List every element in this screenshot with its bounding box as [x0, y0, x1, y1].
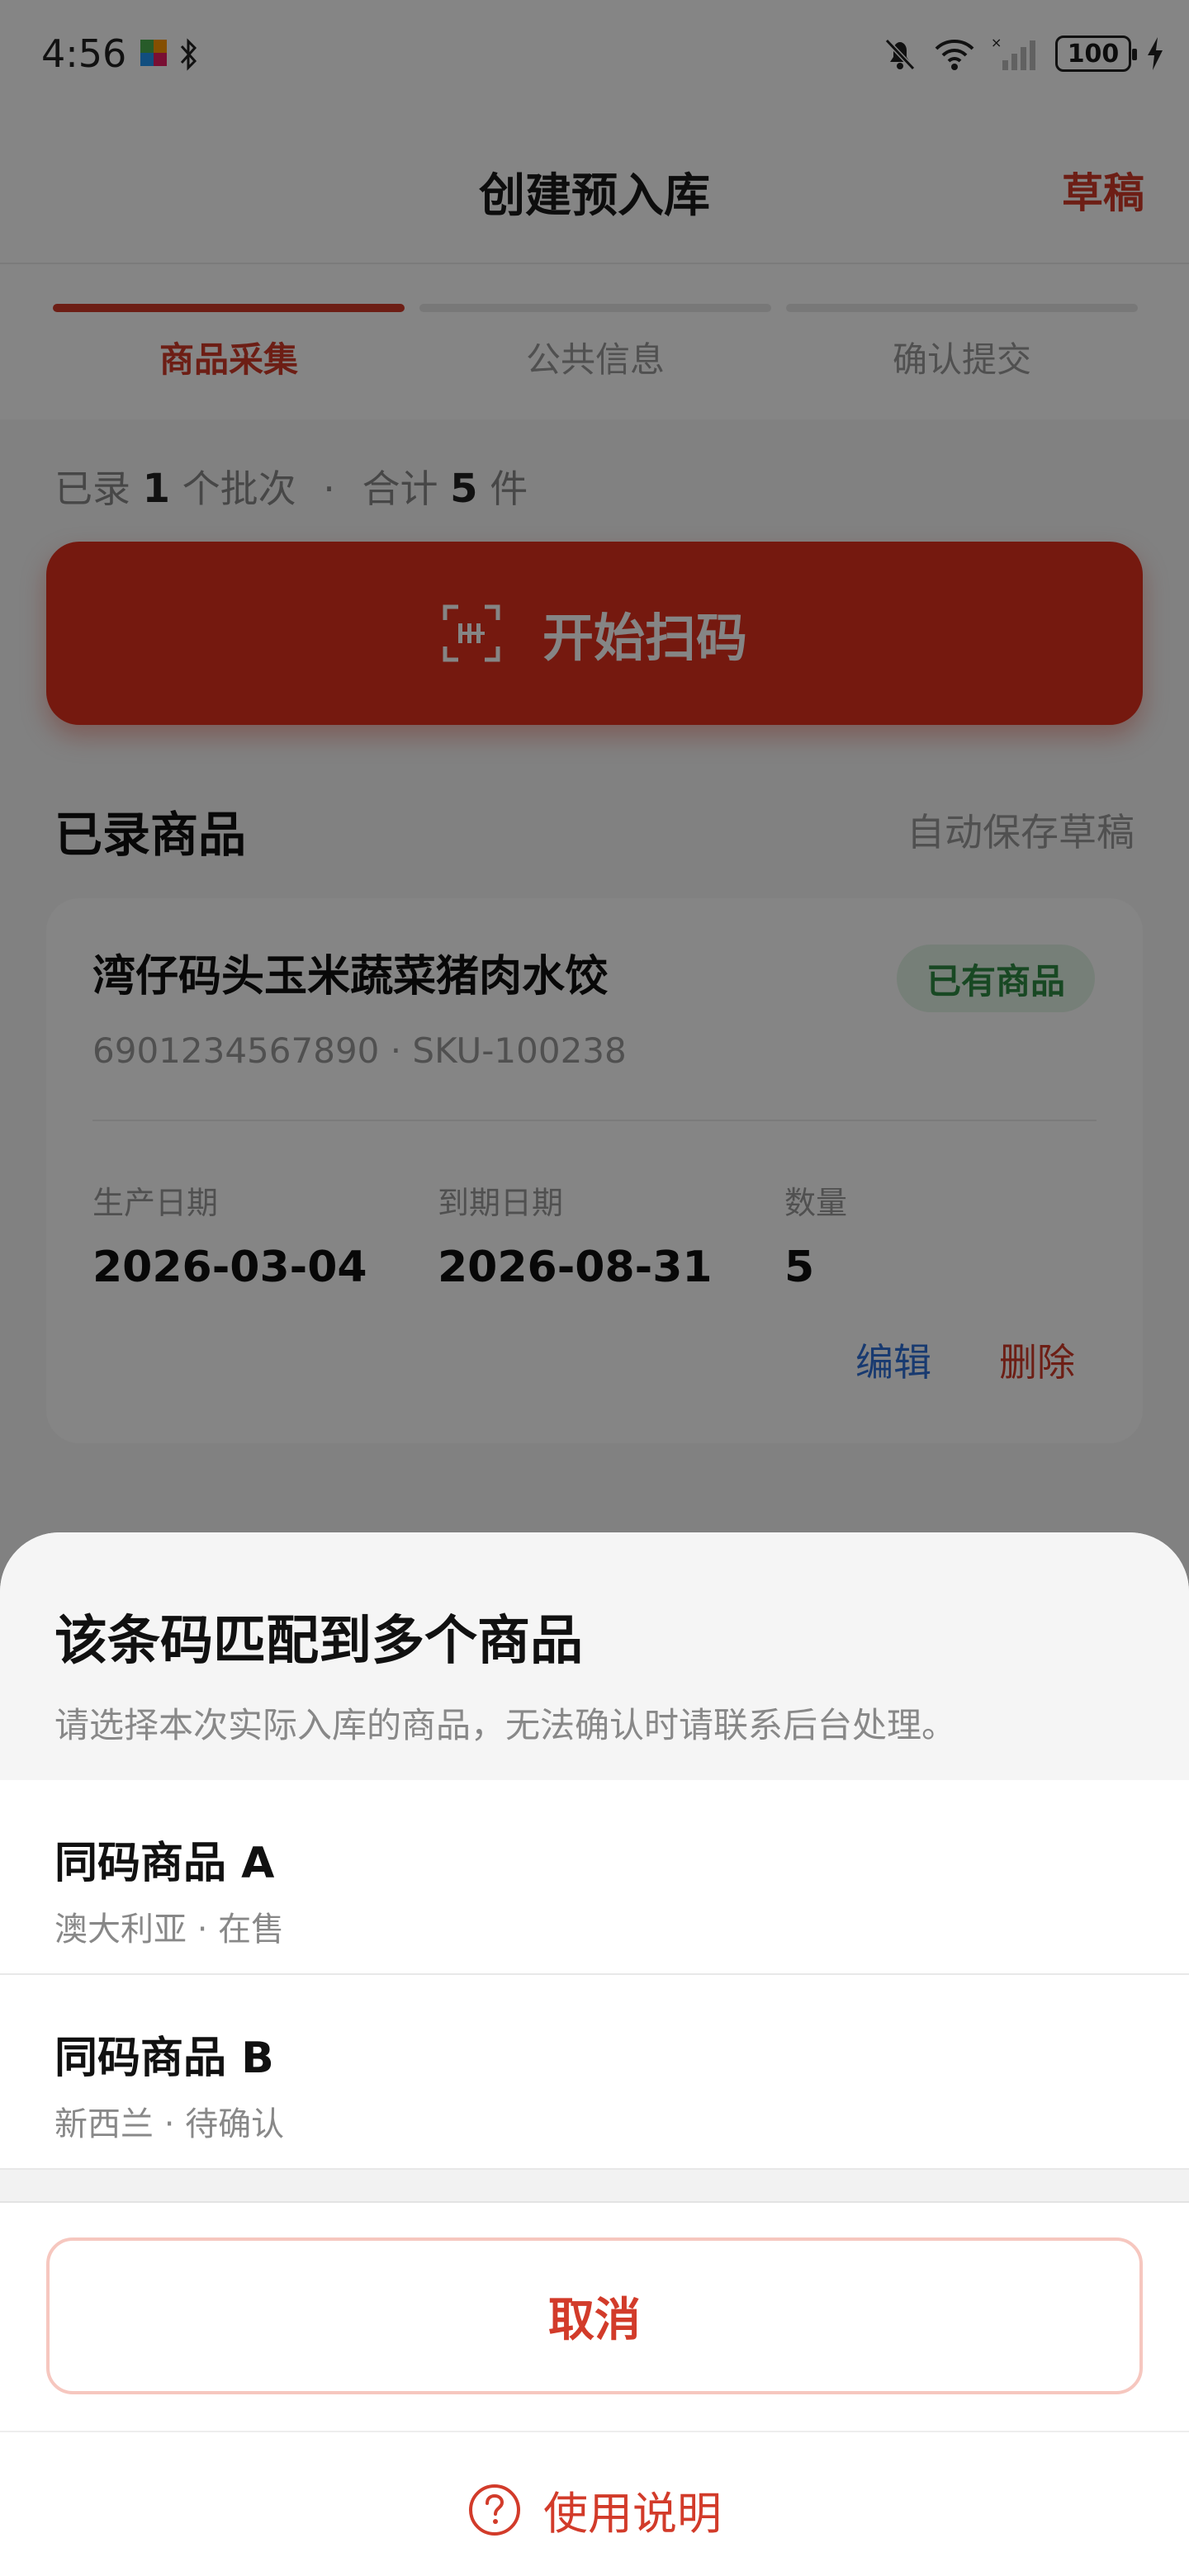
sheet-separator	[0, 2170, 1189, 2203]
cancel-button[interactable]: 取消	[46, 2237, 1143, 2394]
sheet-subtitle: 请选择本次实际入库的商品，无法确认时请联系后台处理。	[54, 1705, 957, 1745]
option-title: 同码商品 B	[54, 2034, 274, 2083]
usage-guide-link[interactable]: 使用说明	[0, 2477, 1189, 2542]
usage-guide-label: 使用说明	[543, 2488, 722, 2540]
option-title: 同码商品 A	[54, 1839, 275, 1888]
help-divider	[0, 2431, 1189, 2432]
multi-match-sheet: 该条码匹配到多个商品 请选择本次实际入库的商品，无法确认时请联系后台处理。 同码…	[0, 1532, 1189, 2576]
option-item-b[interactable]: 同码商品 B 新西兰 · 待确认	[0, 1975, 1189, 2170]
sheet-header: 该条码匹配到多个商品 请选择本次实际入库的商品，无法确认时请联系后台处理。	[0, 1532, 1189, 1780]
sheet-title: 该条码匹配到多个商品	[54, 1611, 583, 1672]
option-meta: 澳大利亚 · 在售	[54, 1911, 285, 1949]
option-meta: 新西兰 · 待确认	[54, 2105, 285, 2143]
option-item-a[interactable]: 同码商品 A 澳大利亚 · 在售	[0, 1780, 1189, 1975]
help-circle-icon	[469, 2484, 520, 2536]
